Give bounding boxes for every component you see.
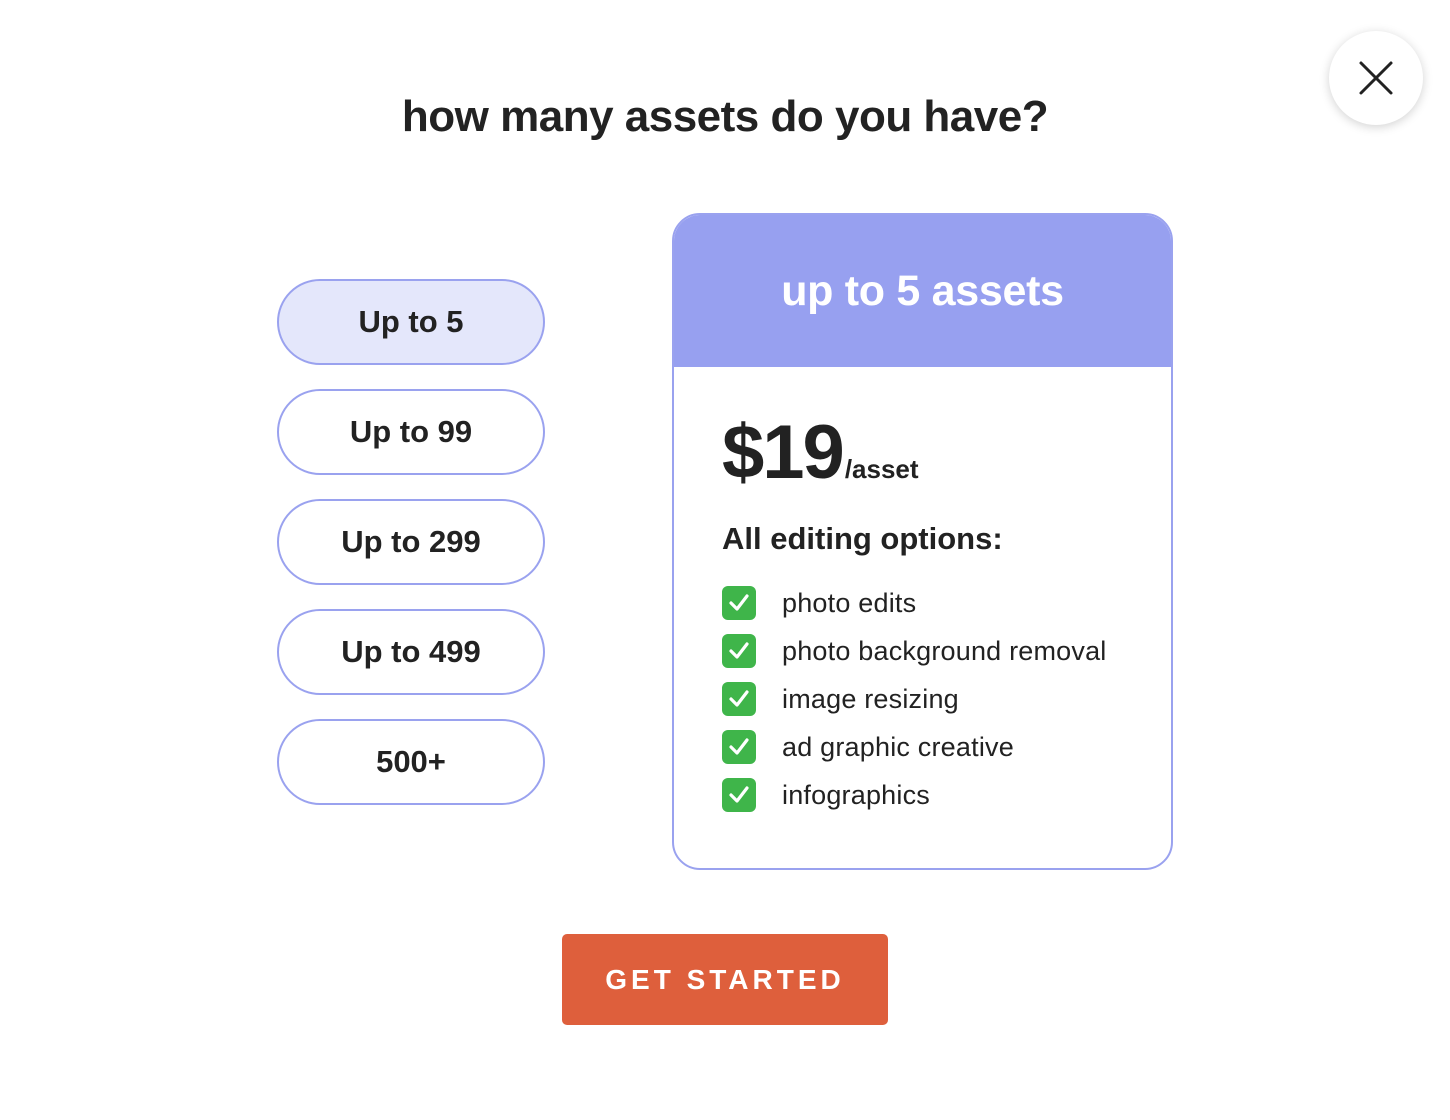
check-icon (722, 586, 756, 620)
feature-item: photo edits (722, 579, 1171, 627)
feature-item: image resizing (722, 675, 1171, 723)
pricing-modal: how many assets do you have? Up to 5 Up … (0, 0, 1450, 1120)
check-icon (722, 682, 756, 716)
plan-price: $19 (722, 410, 845, 495)
option-up-to-499[interactable]: Up to 499 (277, 609, 545, 695)
feature-item: photo background removal (722, 627, 1171, 675)
plan-price-unit: /asset (844, 454, 919, 484)
option-up-to-99[interactable]: Up to 99 (277, 389, 545, 475)
check-icon (722, 634, 756, 668)
plan-card: up to 5 assets $19 /asset All editing op… (672, 213, 1173, 870)
check-icon (722, 730, 756, 764)
plan-body: $19 /asset All editing options: photo ed… (674, 367, 1171, 819)
feature-label: photo background removal (782, 635, 1107, 666)
feature-label: photo edits (782, 587, 917, 618)
asset-count-options: Up to 5 Up to 99 Up to 299 Up to 499 500… (277, 279, 545, 829)
feature-label: ad graphic creative (782, 731, 1014, 762)
feature-item: infographics (722, 771, 1171, 819)
feature-item: ad graphic creative (722, 723, 1171, 771)
option-500-plus[interactable]: 500+ (277, 719, 545, 805)
feature-label: image resizing (782, 683, 959, 714)
price-row: $19 /asset (722, 415, 1171, 491)
features-heading: All editing options: (722, 521, 1003, 556)
get-started-button[interactable]: GET STARTED (562, 934, 888, 1025)
option-up-to-5[interactable]: Up to 5 (277, 279, 545, 365)
feature-list: photo edits photo background removal ima… (722, 579, 1171, 819)
close-icon (1359, 61, 1393, 95)
feature-label: infographics (782, 779, 930, 810)
modal-title: how many assets do you have? (401, 92, 1049, 141)
option-up-to-299[interactable]: Up to 299 (277, 499, 545, 585)
check-icon (722, 778, 756, 812)
plan-header: up to 5 assets (674, 215, 1171, 367)
